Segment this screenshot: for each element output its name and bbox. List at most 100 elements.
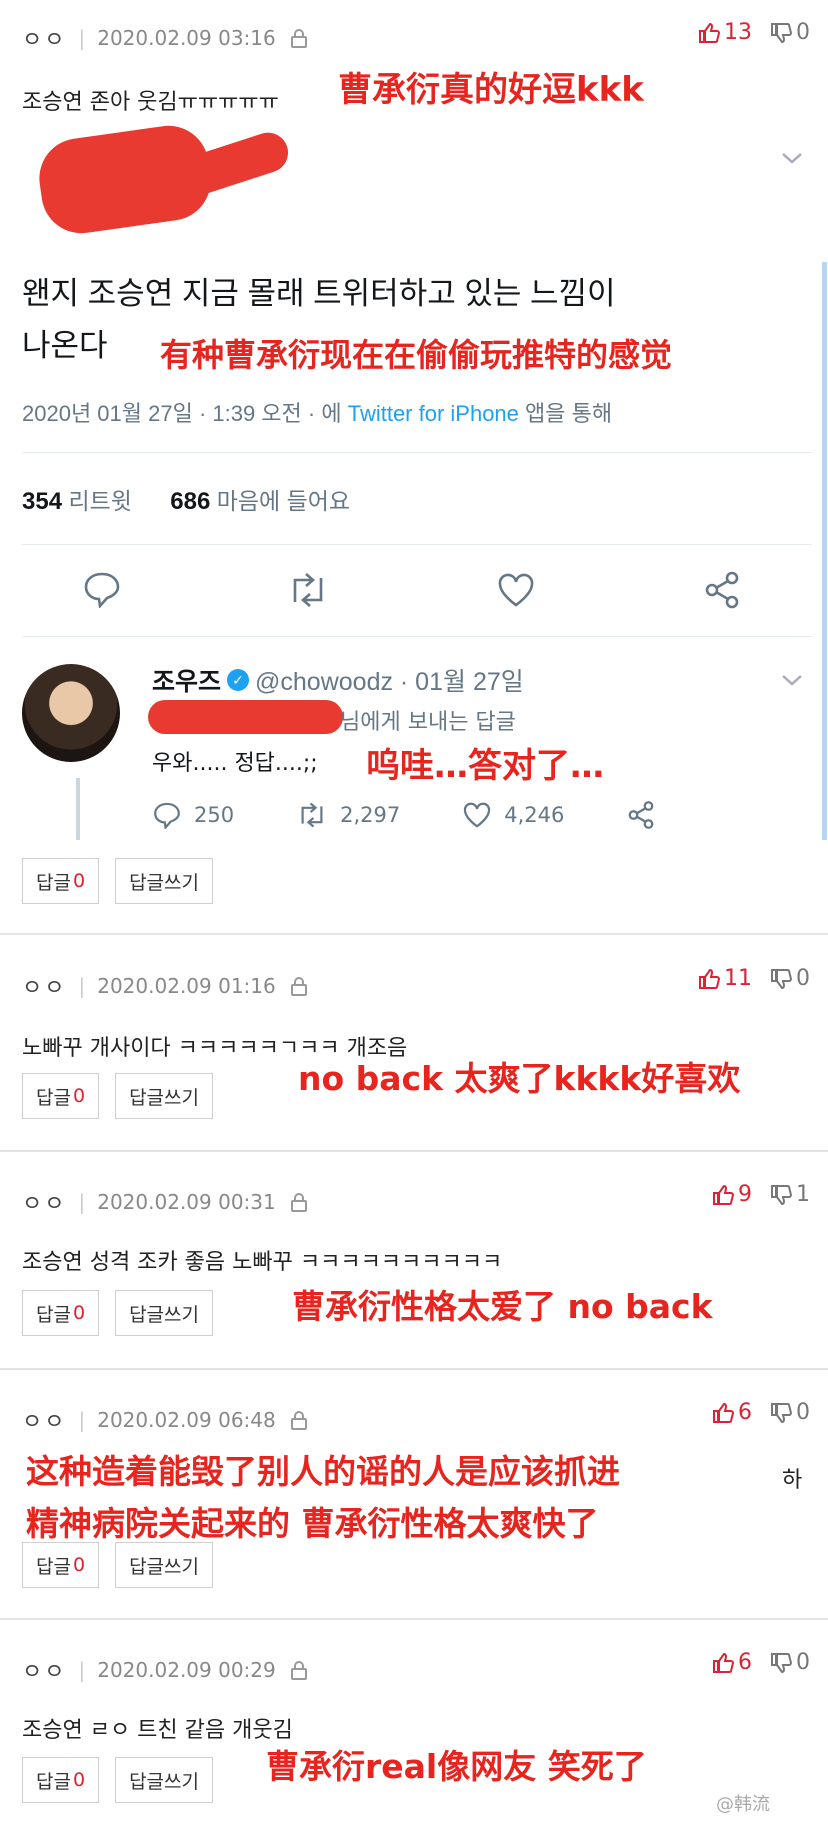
reply-icon[interactable]: [82, 570, 122, 612]
reply-text: 우와..... 정답....;;: [152, 751, 318, 776]
thumbs-up-icon: [713, 1184, 734, 1205]
reply-to-label: 님에게 보내는 답글: [340, 710, 516, 735]
comment-divider: [0, 1368, 828, 1370]
thumbs-up-icon: [713, 1402, 734, 1423]
avatar[interactable]: [22, 664, 120, 762]
reply-label: 답글: [36, 1086, 71, 1109]
downvote-count: 1: [796, 1182, 810, 1207]
meta-separator: |: [78, 1658, 86, 1682]
share-button[interactable]: [626, 800, 668, 830]
thumbs-down-icon: [771, 968, 792, 989]
comment-user: ㅇㅇ: [22, 28, 67, 53]
comment-text: 조승연 존아 웃김ㅠㅠㅠㅠㅠ: [22, 90, 279, 115]
reply-count: 250: [194, 803, 235, 827]
tweet-text-line1: 왠지 조승연 지금 몰래 트위터하고 있는 느낌이: [22, 276, 616, 311]
thumbs-down-icon: [771, 1184, 792, 1205]
comment-date: 2020.02.09 06:48: [97, 1408, 276, 1432]
lock-icon: [290, 28, 308, 48]
comment-divider: [0, 1150, 828, 1152]
lock-icon: [290, 1192, 308, 1212]
verified-badge-icon: ✓: [227, 669, 250, 691]
translation-annotation: 这种造着能毁了别人的谣的人是应该抓进 精神病院关起来的 曹承衍性格太爽快了: [26, 1446, 816, 1550]
reply-button[interactable]: 답글 0: [22, 1290, 100, 1336]
lock-icon: [290, 976, 308, 996]
retweet-icon[interactable]: [286, 572, 330, 612]
retweet-count-button[interactable]: 2,297: [296, 800, 400, 830]
comment-user: ㅇㅇ: [22, 1192, 67, 1217]
downvote-count: 0: [796, 1400, 810, 1425]
upvote-button[interactable]: 13: [698, 20, 752, 45]
reply-retweet-count: 2,297: [340, 803, 401, 827]
downvote-count: 0: [796, 1650, 810, 1675]
comment-date: 2020.02.09 00:31: [97, 1190, 276, 1214]
share-icon[interactable]: [702, 570, 742, 614]
upvote-button[interactable]: 9: [712, 1182, 752, 1207]
heart-icon[interactable]: [496, 572, 536, 612]
reply-button[interactable]: 답글 0: [22, 858, 100, 904]
write-reply-button[interactable]: 답글쓰기: [115, 1542, 213, 1588]
reply-count: 0: [72, 870, 86, 892]
watermark: @韩流: [716, 1794, 770, 1815]
thread-line: [76, 778, 80, 840]
chevron-down-icon[interactable]: [780, 672, 804, 692]
comment-date: 2020.02.09 01:16: [97, 974, 276, 998]
reply-handle[interactable]: @chowoodz · 01월 27일: [255, 662, 524, 698]
downvote-button[interactable]: 0: [770, 966, 810, 991]
upvote-count: 6: [738, 1400, 752, 1425]
retweet-label: 리트윗: [68, 488, 132, 514]
upvote-button[interactable]: 11: [698, 966, 752, 991]
write-reply-button[interactable]: 답글쓰기: [115, 1073, 213, 1119]
downvote-button[interactable]: 0: [770, 1650, 810, 1675]
upvote-button[interactable]: 6: [712, 1400, 752, 1425]
reply-button[interactable]: 답글 0: [22, 1073, 100, 1119]
comment-user: ㅇㅇ: [22, 1660, 67, 1685]
comment-divider: [0, 1618, 828, 1620]
translation-annotation: 呜哇…答对了…: [366, 746, 604, 786]
comment-meta: ㅇㅇ | 2020.02.09 01:16: [22, 970, 308, 1002]
chevron-down-icon[interactable]: [780, 150, 804, 170]
divider: [22, 544, 812, 545]
write-reply-button[interactable]: 답글쓰기: [115, 1290, 213, 1336]
reply-button[interactable]: 답글 0: [22, 1542, 100, 1588]
reply-like-count: 4,246: [504, 803, 565, 827]
like-count-button[interactable]: 4,246: [462, 800, 564, 830]
thumbs-up-icon: [713, 1652, 734, 1673]
meta-separator: |: [78, 974, 86, 998]
comment-divider: [0, 933, 828, 935]
reply-count: 0: [72, 1085, 86, 1107]
meta-separator: |: [78, 1190, 86, 1214]
tweet-timestamp: 2020년 01월 27일 · 1:39 오전 · 에 Twitter for …: [22, 396, 612, 428]
reply-count: 0: [72, 1302, 86, 1324]
scroll-indicator: [822, 262, 827, 840]
comment-date: 2020.02.09 00:29: [97, 1658, 276, 1682]
write-reply-button[interactable]: 답글쓰기: [115, 858, 213, 904]
vote-box: 11 0: [698, 966, 810, 991]
reply-count: 0: [72, 1769, 86, 1791]
divider: [22, 452, 812, 453]
write-reply-label: 답글쓰기: [129, 1770, 199, 1793]
translation-line: 这种造着能毁了别人的谣的人是应该抓进: [26, 1452, 620, 1491]
reply-count-button[interactable]: 250: [152, 800, 234, 830]
lock-icon: [290, 1660, 308, 1680]
reply-button[interactable]: 답글 0: [22, 1757, 100, 1803]
write-reply-button[interactable]: 답글쓰기: [115, 1757, 213, 1803]
upvote-button[interactable]: 6: [712, 1650, 752, 1675]
like-label: 마음에 들어요: [216, 488, 351, 514]
downvote-button[interactable]: 0: [770, 1400, 810, 1425]
upvote-count: 11: [724, 966, 752, 991]
vote-box: 13 0: [698, 20, 810, 45]
downvote-button[interactable]: 1: [770, 1182, 810, 1207]
meta-separator: |: [78, 26, 86, 50]
reply-label: 답글: [36, 1770, 71, 1793]
downvote-button[interactable]: 0: [770, 20, 810, 45]
tweet-source-link[interactable]: Twitter for iPhone: [348, 401, 519, 426]
downvote-count: 0: [796, 20, 810, 45]
comment-text: 조승연 성격 조카 좋음 노빠꾸 ㅋㅋㅋㅋㅋㅋㅋㅋㅋㅋ: [22, 1250, 503, 1275]
translation-annotation: no back 太爽了kkkk好喜欢: [298, 1059, 741, 1098]
write-reply-label: 답글쓰기: [129, 1303, 199, 1326]
reply-label: 답글: [36, 1303, 71, 1326]
tweet-date: 2020년 01월 27일 · 1:39 오전 · 에: [22, 401, 342, 426]
reply-count: 0: [72, 1554, 86, 1576]
divider: [22, 636, 812, 637]
retweet-icon: [301, 802, 323, 828]
